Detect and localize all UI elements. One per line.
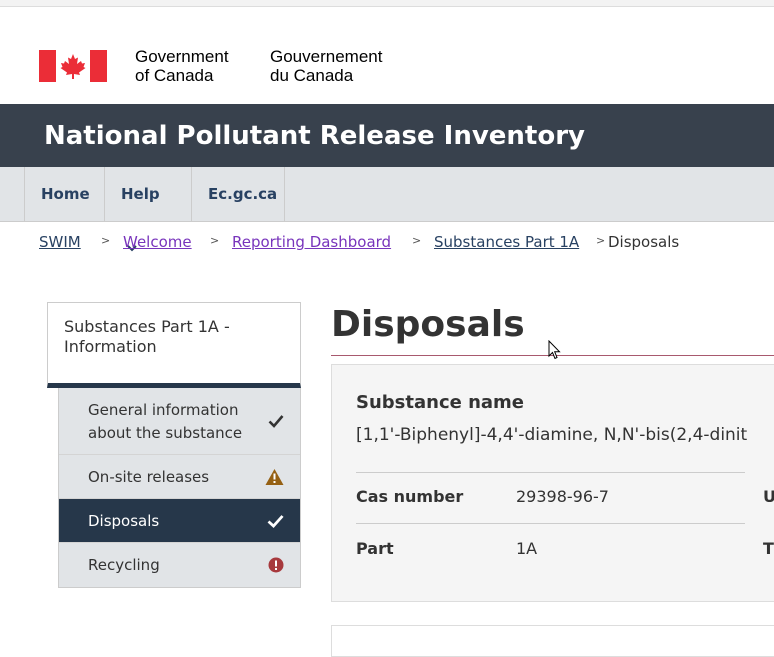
menu-help[interactable]: Help (104, 167, 192, 252)
divider (356, 523, 745, 524)
main-menu: Home Help Ec.gc.ca (0, 167, 774, 252)
sidebar-list: General information about the substance … (58, 388, 301, 588)
cas-number-value: 29398-96-7 (516, 487, 609, 506)
section-sidebar: Substances Part 1A - Information General… (47, 302, 301, 588)
part-value: 1A (516, 539, 538, 558)
breadcrumb-substances-part-1a[interactable]: Substances Part 1A (434, 233, 579, 251)
warning-icon (265, 468, 284, 485)
breadcrumb-swim[interactable]: SWIM (39, 233, 81, 251)
sidebar-item-general-information[interactable]: General information about the substance (59, 388, 300, 455)
column3-row1-label: U (763, 487, 774, 506)
menu-ecgcca[interactable]: Ec.gc.ca (191, 167, 285, 221)
app-title-bar: National Pollutant Release Inventory (0, 104, 774, 167)
sidebar-item-on-site-releases[interactable]: On-site releases (59, 455, 300, 499)
sidebar-item-label: Recycling (88, 556, 160, 574)
breadcrumb-separator: > (412, 234, 422, 247)
page-title: Disposals (331, 304, 525, 345)
app-title[interactable]: National Pollutant Release Inventory (44, 121, 585, 151)
check-icon (267, 514, 284, 528)
signature-fr-line2: du Canada (270, 66, 354, 85)
breadcrumb-separator: > (101, 234, 111, 247)
mouse-cursor-icon (548, 340, 561, 360)
browser-top-strip (0, 0, 774, 7)
next-panel (331, 625, 774, 657)
signature-fr-line1: Gouvernement (270, 47, 383, 66)
check-icon (268, 415, 284, 428)
substance-details-panel: Substance name [1,1'-Biphenyl]-4,4'-diam… (331, 364, 774, 602)
menu-home[interactable]: Home (24, 167, 105, 221)
substance-name-label: Substance name (356, 392, 525, 413)
breadcrumb-welcome[interactable]: Welcome (123, 233, 192, 251)
sidebar-item-recycling[interactable]: Recycling (59, 543, 300, 587)
signature-en-line1: Government (135, 47, 229, 66)
breadcrumb-reporting-dashboard[interactable]: Reporting Dashboard (232, 233, 391, 251)
breadcrumb-separator: > (210, 234, 220, 247)
part-label: Part (356, 539, 394, 558)
column3-row2-label: T (763, 539, 774, 558)
cas-number-label: Cas number (356, 487, 464, 506)
sidebar-item-label: General information about the substance (88, 401, 243, 442)
signature-french: Gouvernement du Canada (270, 47, 382, 85)
menu-home-label: Home (41, 185, 90, 203)
sidebar-heading: Substances Part 1A - Information (47, 302, 301, 388)
signature-english: Government of Canada (135, 47, 229, 85)
sidebar-item-label: Disposals (88, 512, 160, 530)
divider (356, 472, 745, 473)
error-icon (268, 557, 284, 573)
breadcrumb-separator: > (596, 234, 606, 247)
signature-en-line2: of Canada (135, 66, 214, 85)
menu-help-label: Help (121, 185, 160, 203)
canada-flag-icon (39, 50, 107, 82)
breadcrumb-current: Disposals (608, 233, 680, 251)
menu-ecgcca-label: Ec.gc.ca (208, 185, 278, 203)
sidebar-item-label: On-site releases (88, 468, 210, 486)
sidebar-item-disposals[interactable]: Disposals (59, 499, 300, 543)
substance-name-value: [1,1'-Biphenyl]-4,4'-diamine, N,N'-bis(2… (356, 425, 748, 445)
